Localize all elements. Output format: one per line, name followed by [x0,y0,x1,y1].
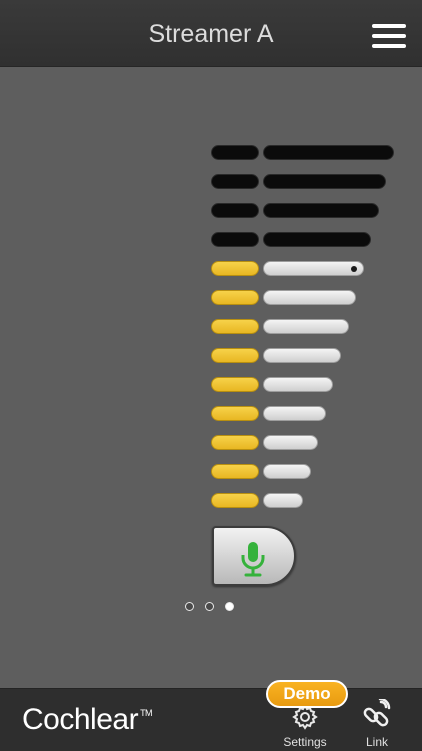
volume-level-4-indicator[interactable] [211,406,259,421]
volume-level-9-indicator[interactable] [211,261,259,276]
link-icon [363,699,391,727]
settings-label: Settings [283,735,327,749]
volume-level-4-bar[interactable] [263,406,326,421]
volume-level-11-indicator[interactable] [211,203,259,218]
volume-level-8-bar[interactable] [263,290,356,305]
volume-level-3-bar[interactable] [263,435,318,450]
volume-level-1-indicator[interactable] [211,493,259,508]
volume-level-3-indicator[interactable] [211,435,259,450]
volume-level-13-indicator[interactable] [211,145,259,160]
footer-bar: Cochlear TM Settings Demo Link [0,680,422,751]
volume-level-7-indicator[interactable] [211,319,259,334]
volume-level-6-indicator[interactable] [211,348,259,363]
link-tab[interactable]: Link [352,697,402,749]
volume-level-13-bar[interactable] [263,145,394,160]
page-dot-3[interactable] [225,602,234,611]
volume-level-2-indicator[interactable] [211,464,259,479]
volume-level-12-bar[interactable] [263,174,386,189]
volume-level-1-bar[interactable] [263,493,303,508]
volume-level-11-bar[interactable] [263,203,379,218]
volume-level-6-bar[interactable] [263,348,341,363]
volume-level-7-bar[interactable] [263,319,349,334]
volume-level-10-bar[interactable] [263,232,371,247]
cochlear-logo: Cochlear TM [22,703,153,736]
volume-level-12-indicator[interactable] [211,174,259,189]
volume-level-5-indicator[interactable] [211,377,259,392]
page-title: Streamer A [148,20,274,48]
volume-panel [0,67,422,688]
link-label: Link [365,735,388,749]
current-level-marker [351,266,357,272]
volume-level-5-bar[interactable] [263,377,333,392]
volume-level-10-indicator[interactable] [211,232,259,247]
page-dot-2[interactable] [205,602,214,611]
volume-level-2-bar[interactable] [263,464,311,479]
hamburger-menu-icon[interactable] [372,24,406,48]
microphone-button[interactable] [212,526,296,586]
demo-badge: Demo [266,680,348,708]
volume-level-8-indicator[interactable] [211,290,259,305]
volume-level-9-bar[interactable] [263,261,364,276]
microphone-icon [241,542,265,577]
header: Streamer A [0,0,422,67]
page-dot-1[interactable] [185,602,194,611]
